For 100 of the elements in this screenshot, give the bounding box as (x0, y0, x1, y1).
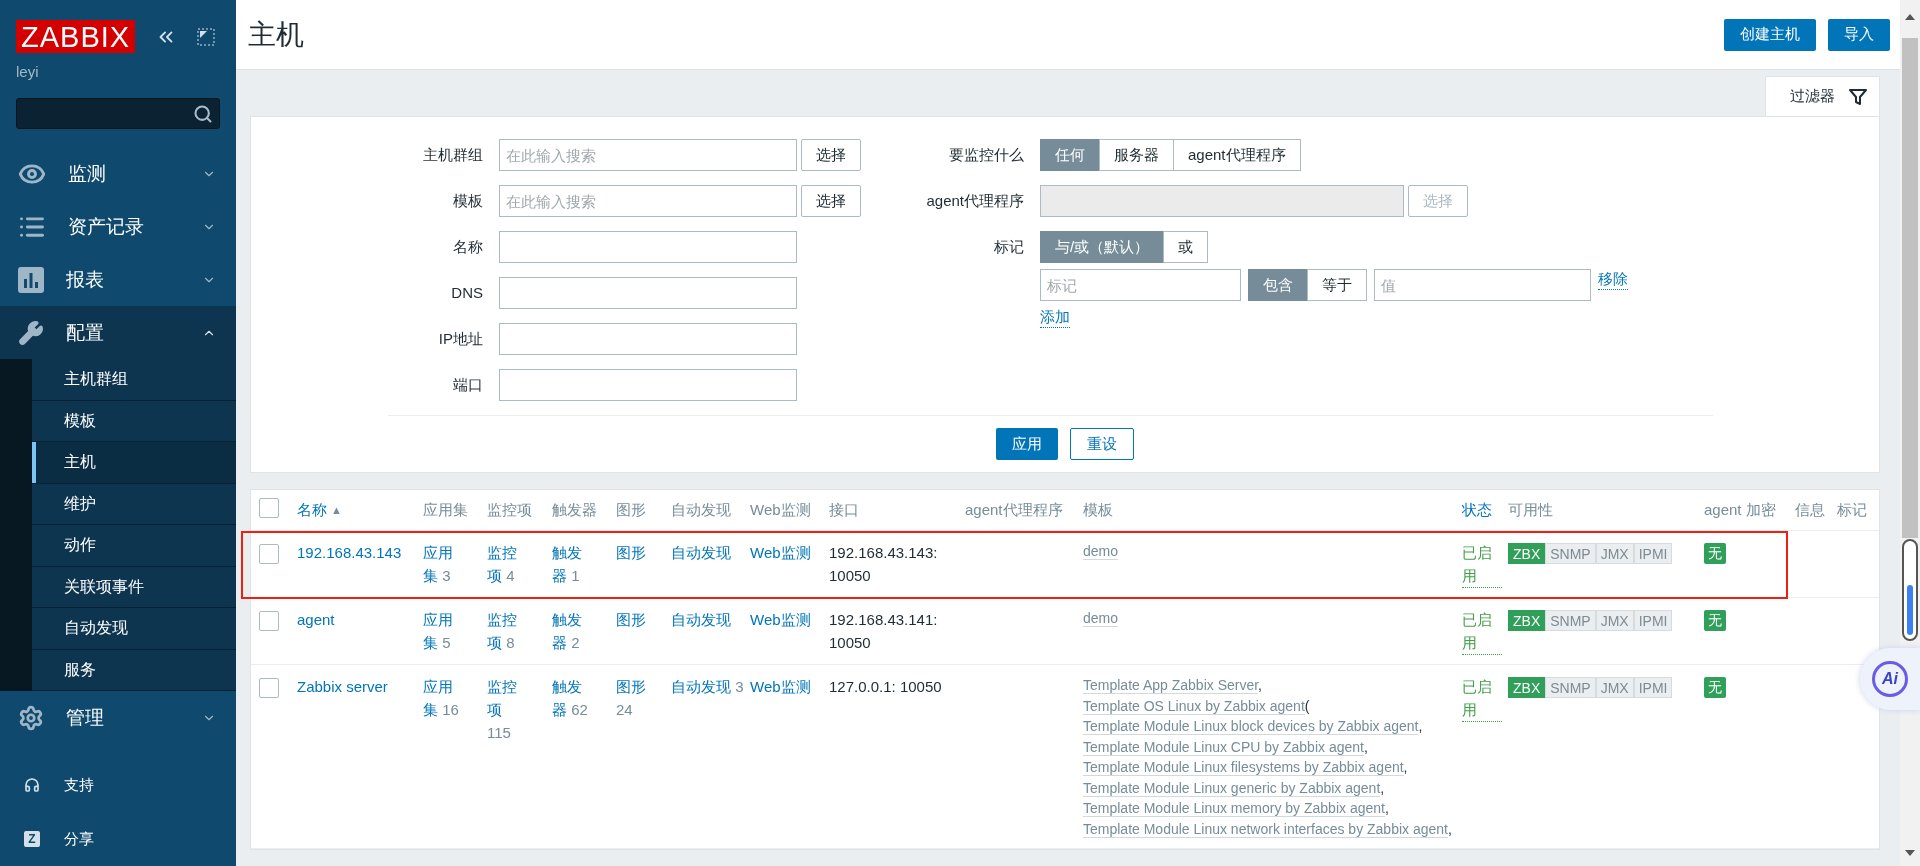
segment-button[interactable]: 等于 (1307, 269, 1367, 301)
template-link[interactable]: Template App Zabbix Server (1083, 677, 1259, 694)
menu-section[interactable]: 报表 (0, 253, 236, 307)
host-link[interactable]: 应用集 5 (423, 608, 465, 654)
column-header: 标记 (1837, 500, 1868, 520)
apply-button[interactable]: 应用 (996, 428, 1058, 460)
segment-button[interactable]: 或 (1163, 231, 1209, 263)
host-link[interactable]: Web监测 (750, 541, 811, 564)
scrollbar[interactable] (1900, 0, 1920, 866)
host-name-link[interactable]: Zabbix server (297, 675, 423, 698)
host-link[interactable]: 触发器 62 (552, 675, 594, 721)
punctuation: , (1380, 779, 1385, 796)
host-link[interactable]: Web监测 (750, 608, 811, 631)
search-field[interactable] (16, 98, 220, 130)
header-button[interactable]: 导入 (1828, 18, 1890, 51)
submenu-item[interactable]: 自动发现 (32, 608, 236, 650)
punctuation: , (1384, 800, 1389, 816)
template-link[interactable]: demo (1083, 543, 1119, 560)
column-header: agent 加密 (1704, 500, 1777, 520)
host-link[interactable]: 监控项 8 (487, 608, 530, 654)
filter-tab[interactable]: 过滤器 (1765, 76, 1880, 116)
segment-button[interactable]: 与/或（默认） (1040, 231, 1165, 263)
host-name-link[interactable]: 192.168.43.143 (297, 541, 423, 564)
input-field[interactable] (499, 369, 797, 401)
headset-icon (24, 777, 40, 794)
host-link[interactable]: 触发器 1 (552, 541, 594, 587)
status-link[interactable]: 已启用 (1462, 541, 1502, 588)
search-icon[interactable] (193, 103, 213, 124)
template-link[interactable]: Template OS Linux by Zabbix agent (1083, 697, 1305, 715)
page-title: 主机 (248, 17, 305, 52)
availability-badge: JMX (1595, 543, 1634, 564)
host-link[interactable]: 应用集 3 (423, 541, 465, 587)
submenu-item[interactable]: 维护 (32, 483, 236, 526)
segment-button[interactable]: 服务器 (1099, 139, 1174, 171)
submenu-item[interactable]: 服务 (32, 649, 236, 692)
template-link[interactable]: Template Module Linux memory by Zabbix agent (1083, 800, 1385, 817)
menu-section[interactable]: 管理 (0, 691, 236, 745)
status-link[interactable]: 已启用 (1462, 608, 1502, 655)
host-link[interactable]: 监控项 115 (487, 675, 530, 744)
field-label: 要监控什么 (948, 145, 1024, 165)
availability-badge: SNMP (1545, 610, 1596, 631)
column-header: agent代理程序 (965, 500, 1064, 520)
segment-button[interactable]: 任何 (1040, 139, 1100, 171)
kiosk-mode-icon[interactable] (197, 27, 216, 46)
header-button[interactable]: 创建主机 (1724, 18, 1816, 51)
input-field[interactable] (499, 277, 797, 309)
checkbox[interactable] (259, 544, 279, 564)
host-link[interactable]: Web监测 (750, 675, 811, 698)
host-link[interactable]: 触发器 2 (552, 608, 594, 654)
zabbix-logo[interactable]: ZABBIX (16, 20, 136, 53)
column-header[interactable]: 状态 (1462, 498, 1508, 522)
select-button[interactable]: 选择 (801, 139, 861, 171)
availability-badge: ZBX (1508, 543, 1546, 564)
input-field[interactable] (499, 323, 797, 355)
status-link[interactable]: 已启用 (1462, 675, 1502, 722)
menu-section[interactable]: 监测 (0, 147, 236, 201)
host-link[interactable]: 自动发现 (671, 608, 731, 631)
reset-button[interactable]: 重设 (1070, 428, 1134, 460)
punctuation: , (1403, 759, 1408, 775)
input-field[interactable]: 在此输入搜索 (499, 139, 797, 171)
host-link[interactable]: 图形 24 (616, 675, 665, 721)
column-header[interactable]: 名称 ▲ (297, 498, 423, 522)
column-header: Web监测 (750, 500, 812, 520)
punctuation: , (1418, 718, 1423, 734)
footer-link[interactable]: Z 分享 (0, 812, 236, 866)
template-link[interactable]: Template Module Linux CPU by Zabbix agent (1083, 738, 1364, 756)
host-link[interactable]: 应用集 16 (423, 675, 465, 721)
host-name-link[interactable]: agent (297, 608, 423, 631)
submenu-item[interactable]: 主机 (32, 442, 236, 484)
input-field[interactable] (499, 231, 797, 263)
input-field[interactable]: 标记 (1040, 269, 1241, 301)
template-link[interactable]: demo (1083, 610, 1119, 627)
input-field[interactable]: 在此输入搜索 (499, 185, 797, 217)
field-label: 标记 (993, 237, 1024, 257)
host-link[interactable]: 自动发现 3 (671, 675, 744, 698)
checkbox[interactable] (259, 678, 279, 698)
checkbox[interactable] (259, 611, 279, 631)
input-field[interactable]: 值 (1374, 269, 1591, 301)
host-link[interactable]: 监控项 4 (487, 541, 530, 587)
checkbox[interactable] (259, 498, 279, 518)
segment-button[interactable]: agent代理程序 (1173, 139, 1301, 171)
segment-button[interactable]: 包含 (1248, 269, 1308, 301)
column-header: 模板 (1083, 500, 1114, 520)
host-link[interactable]: 图形 (616, 541, 646, 564)
submenu-item[interactable]: 动作 (32, 525, 236, 567)
assistant-button[interactable]: Ai (1860, 648, 1920, 710)
menu-section[interactable]: 资产记录 (0, 200, 236, 254)
add-link[interactable]: 添加 (1040, 307, 1070, 328)
footer-link[interactable]: 支持 (0, 758, 236, 813)
username: leyi (15, 62, 40, 80)
host-link[interactable]: 图形 (616, 608, 646, 631)
select-button[interactable]: 选择 (801, 185, 861, 217)
interface-cell-text: 192.168.43.143: 10050 (829, 543, 939, 586)
remove-link[interactable]: 移除 (1598, 269, 1628, 290)
template-link[interactable]: Template Module Linux network interfaces by Zabbix agent (1083, 820, 1448, 838)
template-link[interactable]: Template Module Linux filesystems by Zabbix agent (1083, 759, 1404, 776)
host-link[interactable]: 自动发现 (671, 541, 731, 564)
submenu-item[interactable]: 关联项事件 (32, 566, 236, 609)
submenu-item[interactable]: 主机群组 (32, 359, 236, 401)
menu-section[interactable]: 配置 (0, 306, 236, 360)
